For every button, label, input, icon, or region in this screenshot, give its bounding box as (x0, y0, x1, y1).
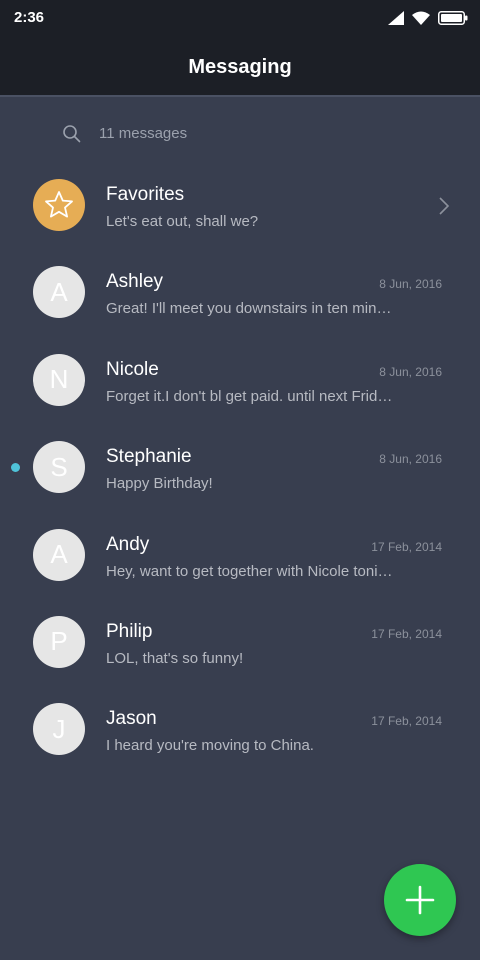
conversation-row[interactable]: N Nicole Forget it.I don't bl get paid. … (0, 338, 480, 425)
conversation-list: Favorites Let's eat out, shall we? A Ash… (0, 163, 480, 775)
conversation-name: Jason (106, 708, 157, 730)
unread-indicator (11, 463, 20, 473)
conversation-name: Andy (106, 533, 150, 555)
conversation-preview: Hey, want to get together with Nicole to… (106, 562, 396, 580)
avatar: J (33, 703, 85, 756)
chevron-right-icon (439, 197, 450, 215)
conversation-date: 17 Feb, 2014 (371, 714, 442, 729)
conversation-date: 8 Jun, 2016 (379, 277, 442, 292)
conversation-favorites[interactable]: Favorites Let's eat out, shall we? (0, 163, 480, 250)
conversation-date: 8 Jun, 2016 (379, 452, 442, 467)
conversation-row[interactable]: J Jason I heard you're moving to China. … (0, 687, 480, 774)
avatar: A (33, 528, 85, 581)
conversation-date: 8 Jun, 2016 (379, 364, 442, 379)
plus-icon (405, 885, 435, 915)
conversation-preview: Great! I'll meet you downstairs in ten m… (106, 300, 396, 318)
conversation-date: 17 Feb, 2014 (371, 626, 442, 641)
search-icon[interactable] (62, 124, 82, 144)
new-message-button[interactable] (384, 864, 456, 936)
conversation-name: Ashley (106, 271, 164, 293)
conversation-preview: Forget it.I don't bl get paid. until nex… (106, 387, 396, 405)
conversation-name: Stephanie (106, 446, 192, 468)
conversation-preview: Happy Birthday! (106, 475, 213, 493)
avatar: S (33, 441, 85, 494)
conversation-name: Favorites (106, 184, 185, 205)
star-icon (45, 191, 73, 218)
conversation-name: Nicole (106, 358, 159, 380)
conversation-preview: I heard you're moving to China. (106, 737, 314, 755)
battery-icon (438, 11, 468, 25)
status-icons (388, 8, 468, 28)
conversation-row[interactable]: A Ashley Great! I'll meet you downstairs… (0, 250, 480, 337)
avatar: N (33, 353, 85, 406)
search-bar[interactable]: 11 messages (0, 112, 480, 156)
conversation-row[interactable]: P Philip LOL, that's so funny! 17 Feb, 2… (0, 600, 480, 687)
avatar: P (33, 615, 85, 668)
wifi-icon (412, 11, 430, 25)
conversation-date: 17 Feb, 2014 (371, 539, 442, 554)
message-count-label: 11 messages (99, 125, 188, 142)
page-title: Messaging (188, 56, 292, 78)
status-time: 2:36 (14, 9, 45, 26)
top-bar: 2:36 Messaging (0, 0, 480, 97)
avatar: A (33, 266, 85, 319)
conversation-preview: Let's eat out, shall we? (106, 213, 259, 230)
conversation-preview: LOL, that's so funny! (106, 649, 244, 667)
signal-icon (388, 11, 404, 25)
conversation-row[interactable]: S Stephanie Happy Birthday! 8 Jun, 2016 (0, 425, 480, 512)
conversation-name: Philip (106, 620, 153, 642)
status-bar: 2:36 (0, 0, 480, 36)
conversation-row[interactable]: A Andy Hey, want to get together with Ni… (0, 513, 480, 600)
favorites-avatar (33, 179, 85, 231)
